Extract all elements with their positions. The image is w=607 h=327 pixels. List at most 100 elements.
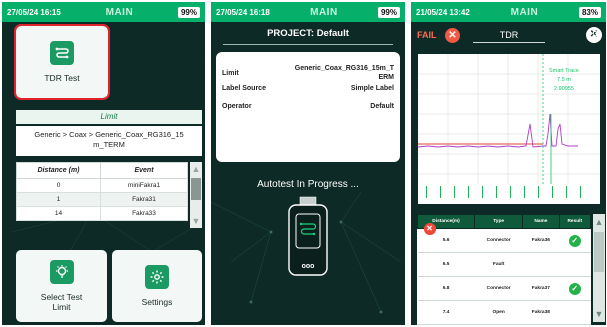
event-name: miniFakra1 <box>100 178 188 193</box>
tdr-header: FAIL ✕ TDR ✕ <box>411 22 606 50</box>
detail-value: Default <box>370 103 394 110</box>
row-distance: 6.5 <box>417 252 475 277</box>
events-header-row: Distance(m) Type Name Result <box>416 214 592 229</box>
tdr-result-screen: 21/05/24 13:42 MAIN 83% FAIL ✕ TDR ✕ Ω S… <box>411 2 606 325</box>
scroll-up-icon[interactable]: ▲ <box>594 216 604 228</box>
limit-header: Limit <box>16 110 202 124</box>
events-scrollbar[interactable]: ▲ ▼ <box>190 162 202 228</box>
status-bar: 27/05/24 16:18 MAIN 99% <box>211 2 405 22</box>
event-column-header: Event <box>100 162 188 179</box>
autotest-screen: 27/05/24 16:18 MAIN 99% PROJECT: Default… <box>211 2 405 325</box>
select-test-limit-label: Select Test Limit <box>40 292 83 312</box>
table-row[interactable]: 5.6 Connector Fakra36 ✓ <box>417 228 591 253</box>
battery-indicator: 83% <box>578 6 601 18</box>
status-title: MAIN <box>510 6 539 18</box>
battery-indicator: 99% <box>177 6 200 18</box>
row-type: Connector <box>474 276 523 301</box>
status-title: MAIN <box>310 6 338 18</box>
tdr-title: TDR <box>473 30 545 43</box>
main-menu-screen: 27/05/24 16:15 MAIN 99% TDR Test Limit G… <box>2 2 205 325</box>
name-column-header: Name <box>522 214 560 229</box>
device-label: ooo <box>302 263 315 270</box>
detail-key: Label Source <box>222 85 266 92</box>
scroll-down-icon[interactable]: ▼ <box>594 308 604 320</box>
row-name: Fakra36 <box>522 228 560 253</box>
events-table: Distance (m) Event 0 miniFakra1 1 Fakra3… <box>16 162 188 221</box>
annotation-value: 2.90955 <box>554 86 574 92</box>
tdr-events-table: Distance(m) Type Name Result 5.6 Connect… <box>416 214 592 325</box>
table-row[interactable]: 0 miniFakra1 <box>16 178 188 193</box>
triptych-screenshot: 27/05/24 16:15 MAIN 99% TDR Test Limit G… <box>0 0 607 327</box>
events-header-row: Distance (m) Event <box>16 162 188 179</box>
results-scrollbar[interactable]: ▲ ▼ <box>593 214 605 322</box>
row-result: ✕ <box>423 222 591 325</box>
status-time: 27/05/24 16:15 <box>7 7 61 17</box>
type-column-header: Type <box>474 214 524 229</box>
scroll-up-icon[interactable]: ▲ <box>191 163 201 175</box>
limit-value-line1: Generic > Coax > Generic_Coax_RG316_15 <box>34 130 184 139</box>
event-distance: 0 <box>16 178 101 193</box>
detail-row-operator: Operator Default <box>222 102 394 111</box>
result-column-header: Result <box>558 214 592 229</box>
scroll-thumb[interactable] <box>191 178 201 200</box>
tdr-cable-icon <box>50 41 74 65</box>
event-distance: 1 <box>16 192 101 207</box>
status-title: MAIN <box>105 6 134 18</box>
status-time: 21/05/24 13:42 <box>416 7 470 17</box>
row-result: ✓ <box>559 228 591 253</box>
pass-check-icon: ✓ <box>568 282 581 295</box>
project-title: PROJECT: Default <box>267 28 349 39</box>
detail-key: Operator <box>222 103 252 110</box>
detail-value: Simple Label <box>350 85 394 92</box>
settings-label: Settings <box>141 297 173 307</box>
status-bar: 27/05/24 16:15 MAIN 99% <box>2 2 205 22</box>
event-distance: 14 <box>16 206 101 221</box>
table-row[interactable]: 14 Fakra33 <box>16 206 188 221</box>
lightbulb-icon <box>49 260 74 284</box>
table-row[interactable]: 7.4 Open Fakra38 ✕ <box>417 222 591 325</box>
event-name: Fakra33 <box>100 206 188 221</box>
detail-row-label-source: Label Source Simple Label <box>222 84 394 93</box>
fail-label: FAIL <box>417 30 437 40</box>
tester-device-icon: ooo <box>288 196 328 276</box>
table-row[interactable]: 6.5 Fault ✕ <box>417 222 591 277</box>
detail-value: Generic_Coax_RG316_15m_TERM <box>294 65 394 81</box>
row-distance: 7.4 <box>417 300 475 325</box>
scroll-down-icon[interactable]: ▼ <box>191 215 201 227</box>
row-result: ✕ <box>423 222 591 277</box>
unit-label: Ω <box>592 31 598 38</box>
fail-x-icon: ✕ <box>423 222 436 235</box>
detail-key: Limit <box>222 69 239 77</box>
row-name: Fakra37 <box>522 276 560 301</box>
row-type: Connector <box>474 228 523 253</box>
event-name: Fakra31 <box>100 192 188 207</box>
status-time: 27/05/24 16:18 <box>216 7 270 17</box>
tdr-test-button[interactable]: TDR Test <box>14 24 110 100</box>
annotation-distance: 7.5 m <box>557 77 571 83</box>
limit-value-line2: m_TERM <box>93 140 125 149</box>
pass-check-icon: ✓ <box>568 234 581 247</box>
table-row[interactable]: 6.8 Connector Fakra37 ✓ <box>417 276 591 301</box>
divider <box>223 44 393 45</box>
project-details-card: Limit Generic_Coax_RG316_15m_TERM Label … <box>216 52 400 162</box>
gear-icon <box>145 265 169 289</box>
limit-value[interactable]: Generic > Coax > Generic_Coax_RG316_15 m… <box>16 126 202 156</box>
table-row[interactable]: 1 Fakra31 <box>16 192 188 207</box>
select-test-limit-button[interactable]: Select Test Limit <box>16 250 107 322</box>
autotest-progress-text: Autotest In Progress ... <box>257 179 359 190</box>
tdr-trace-plot[interactable]: Smart Trace 7.5 m 2.90955 <box>418 54 600 204</box>
settings-button[interactable]: Settings <box>112 250 202 322</box>
row-distance: 6.8 <box>417 276 475 301</box>
row-name: Fakra38 <box>522 300 560 325</box>
fail-x-icon: ✕ <box>445 28 460 43</box>
distance-column-header: Distance (m) <box>16 162 101 179</box>
status-bar: 21/05/24 13:42 MAIN 83% <box>411 2 606 22</box>
annotation-label: Smart Trace <box>549 68 579 74</box>
row-name <box>522 252 560 277</box>
row-type: Open <box>474 300 523 325</box>
battery-indicator: 99% <box>377 6 400 18</box>
tdr-test-label: TDR Test <box>44 73 80 83</box>
scroll-thumb[interactable] <box>594 232 604 272</box>
row-type: Fault <box>474 252 523 277</box>
row-result: ✓ <box>559 276 591 301</box>
